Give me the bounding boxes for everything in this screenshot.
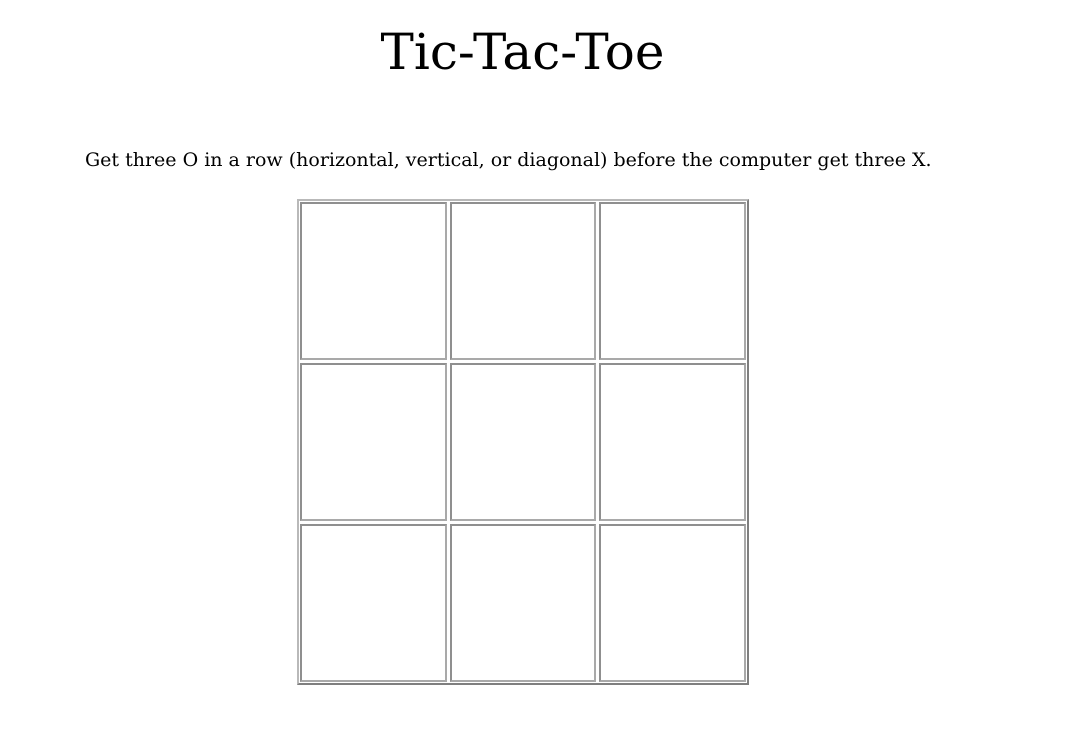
game-board <box>297 199 749 685</box>
game-instructions: Get three O in a row (horizontal, vertic… <box>85 149 932 171</box>
board-cell-r2-c1[interactable] <box>300 363 447 521</box>
board-cell-r2-c2[interactable] <box>449 363 597 521</box>
board-cell-r1-c1[interactable] <box>300 202 447 360</box>
board-cell-r1-c2[interactable] <box>449 202 597 360</box>
page-title: Tic-Tac-Toe <box>380 23 665 81</box>
board-cell-r3-c2[interactable] <box>449 524 597 682</box>
board-cell-r2-c3[interactable] <box>599 363 746 521</box>
board-cell-r3-c3[interactable] <box>599 524 746 682</box>
board-cell-r3-c1[interactable] <box>300 524 447 682</box>
board-cell-r1-c3[interactable] <box>599 202 746 360</box>
